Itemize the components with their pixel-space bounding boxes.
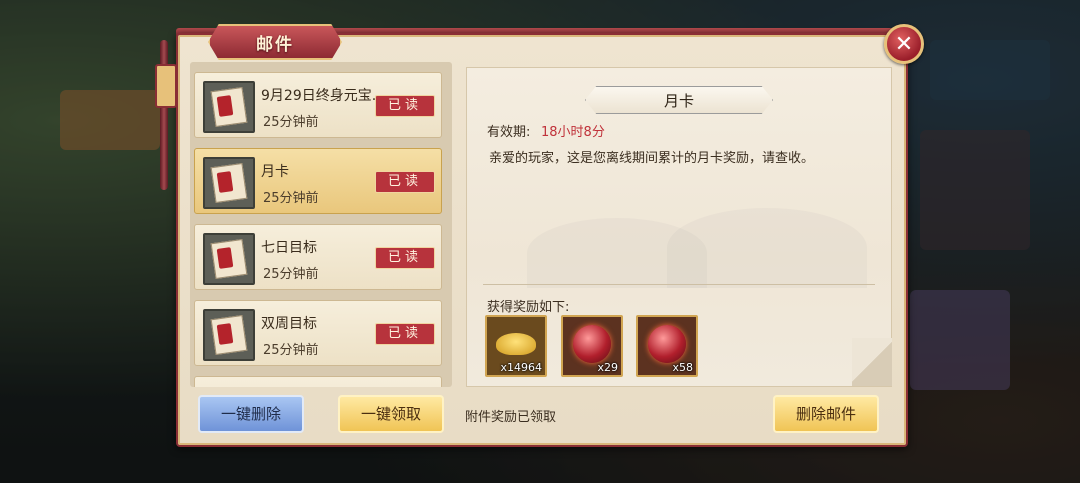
mail-time: 25分钟前	[263, 343, 319, 358]
mail-body: 亲爱的玩家，这是您离线期间累计的月卡奖励，请查收。	[489, 151, 815, 166]
mail-list-item[interactable]: 9月29日终身元宝.. 25分钟前 已读	[194, 72, 442, 138]
read-badge: 已读	[375, 247, 435, 269]
mail-list-item[interactable]: 双周目标 25分钟前 已读	[194, 300, 442, 366]
rewards-title: 获得奖励如下:	[487, 300, 570, 315]
mail-icon	[203, 233, 255, 285]
read-badge: 已读	[375, 171, 435, 193]
close-button[interactable]: ✕	[884, 24, 924, 64]
validity-label: 有效期:	[487, 125, 531, 140]
mountain-decoration	[667, 208, 867, 288]
window-title-plate: 邮件	[208, 24, 342, 60]
mail-title: 七日目标	[261, 240, 317, 256]
window-title: 邮件	[256, 34, 294, 55]
page-curl-decoration	[852, 338, 892, 386]
reward-qty: x29	[597, 361, 618, 374]
read-badge: 已读	[375, 95, 435, 117]
red-orb-icon	[573, 325, 611, 363]
scroll-decoration	[160, 40, 168, 190]
reward-qty: x14964	[500, 361, 542, 374]
mail-time: 25分钟前	[263, 267, 319, 282]
mail-list-item-selected[interactable]: 月卡 25分钟前 已读	[194, 148, 442, 214]
attachment-status: 附件奖励已领取	[465, 410, 557, 425]
reward-item[interactable]: x58	[636, 315, 698, 377]
mail-title: 9月29日终身元宝..	[261, 88, 381, 104]
mail-title: 月卡	[261, 164, 289, 180]
mail-list-item[interactable]: 七日目标 25分钟前 已读	[194, 224, 442, 290]
delete-mail-button[interactable]: 删除邮件	[773, 395, 879, 433]
divider	[483, 284, 875, 285]
mail-detail: 月卡 有效期: 18小时8分 亲爱的玩家，这是您离线期间累计的月卡奖励，请查收。…	[466, 67, 892, 387]
mail-time: 25分钟前	[263, 191, 319, 206]
subject-plate: 月卡	[585, 86, 773, 114]
mail-title: 双周目标	[261, 316, 317, 332]
reward-item[interactable]: x14964	[485, 315, 547, 377]
mail-list-item-partial[interactable]	[194, 376, 442, 387]
red-orb-icon	[648, 325, 686, 363]
gold-ingot-icon	[496, 333, 536, 355]
claim-all-button[interactable]: 一键领取	[338, 395, 444, 433]
reward-item[interactable]: x29	[561, 315, 623, 377]
mail-icon	[203, 81, 255, 133]
scroll-ornament	[155, 64, 177, 108]
close-icon: ✕	[894, 31, 914, 57]
reward-qty: x58	[672, 361, 693, 374]
mail-subject: 月卡	[663, 91, 694, 110]
mail-icon	[203, 157, 255, 209]
delete-all-button[interactable]: 一键删除	[198, 395, 304, 433]
mail-icon	[203, 309, 255, 361]
validity-value: 18小时8分	[541, 125, 605, 140]
read-badge: 已读	[375, 323, 435, 345]
mail-time: 25分钟前	[263, 115, 319, 130]
mail-list[interactable]: 9月29日终身元宝.. 25分钟前 已读 月卡 25分钟前 已读 七日目标 25…	[190, 62, 452, 387]
